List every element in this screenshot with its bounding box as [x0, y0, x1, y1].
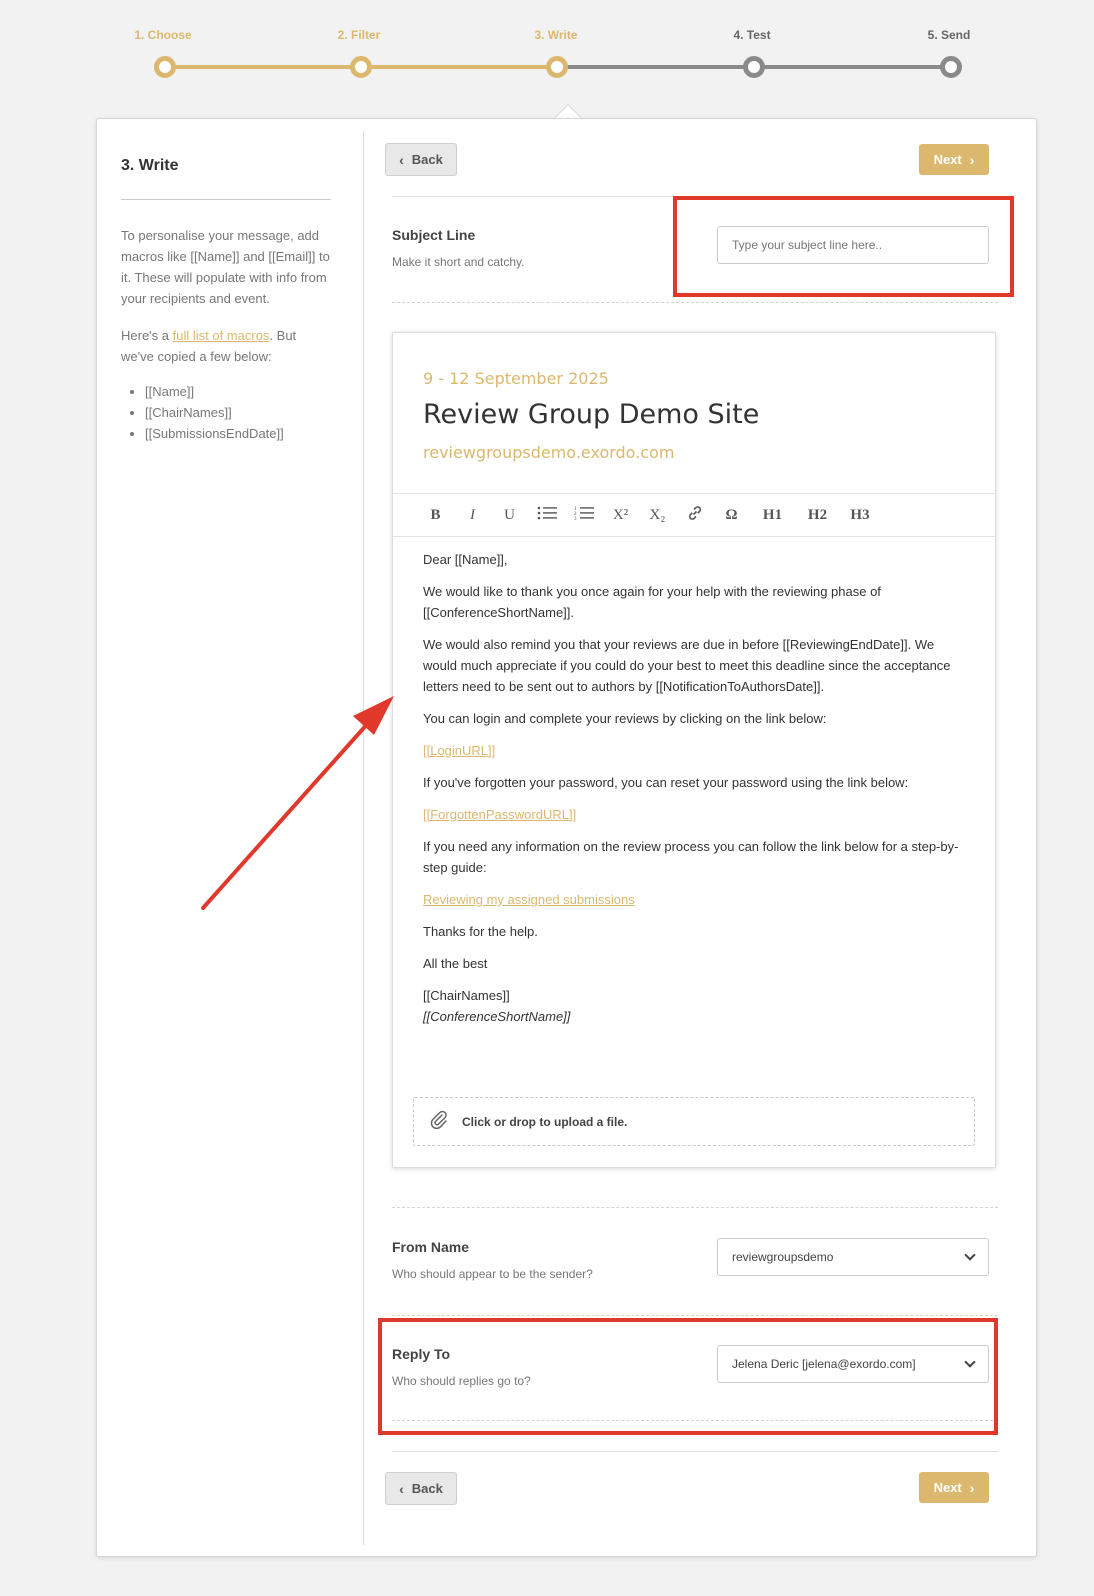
- file-upload-dropzone[interactable]: Click or drop to upload a file.: [413, 1097, 975, 1146]
- italic-button[interactable]: I: [454, 507, 491, 524]
- chevron-left-icon: ‹: [399, 1480, 404, 1497]
- step-dot-test[interactable]: [743, 56, 765, 78]
- sidebar-macros-note: Here's a full list of macros. But we've …: [121, 325, 331, 367]
- sidebar-intro: To personalise your message, add macros …: [121, 228, 330, 306]
- sidebar-title: 3. Write: [121, 157, 179, 174]
- chevron-down-icon: [964, 1249, 976, 1261]
- step-label-test[interactable]: 4. Test: [733, 28, 770, 42]
- upload-label: Click or drop to upload a file.: [462, 1114, 628, 1129]
- macros-prefix: Here's a: [121, 328, 173, 343]
- email-paragraph: Thanks for the help.: [423, 924, 538, 939]
- back-button-top[interactable]: ‹ Back: [385, 143, 457, 176]
- macros-link[interactable]: full list of macros: [173, 328, 270, 343]
- step-label-choose[interactable]: 1. Choose: [134, 28, 191, 42]
- paperclip-icon: [430, 1110, 448, 1133]
- step-connector: [361, 65, 557, 69]
- bottom-divider: [392, 1451, 998, 1452]
- column-divider: [363, 131, 364, 1545]
- login-url-link[interactable]: [[LoginURL]]: [423, 743, 495, 758]
- link-icon[interactable]: [676, 505, 713, 526]
- chevron-right-icon: ›: [969, 1479, 975, 1496]
- macro-item: [[SubmissionsEndDate]]: [145, 423, 284, 444]
- numbered-list-icon[interactable]: 123: [565, 505, 602, 526]
- svg-text:3: 3: [574, 517, 577, 521]
- step-connector: [754, 65, 951, 69]
- step-dot-write[interactable]: [546, 56, 568, 78]
- heading2-button[interactable]: H2: [795, 507, 840, 524]
- email-paragraph: If you've forgotten your password, you c…: [423, 775, 909, 790]
- sidebar-divider: [121, 199, 331, 200]
- progress-stepper: 1. Choose 2. Filter 3. Write 4. Test 5. …: [0, 0, 1094, 100]
- email-paragraph: You can login and complete your reviews …: [423, 711, 827, 726]
- from-name-label: From Name: [392, 1239, 470, 1255]
- forgotten-password-link[interactable]: [[ForgottenPasswordURL]]: [423, 807, 576, 822]
- email-paragraph: All the best: [423, 956, 488, 971]
- email-signature-names: [[ChairNames]]: [423, 988, 510, 1003]
- step-label-write[interactable]: 3. Write: [534, 28, 577, 42]
- heading3-button[interactable]: H3: [840, 507, 880, 524]
- subscript-button[interactable]: X₂: [639, 507, 676, 524]
- step-connector: [557, 65, 754, 69]
- section-divider: [392, 1207, 998, 1208]
- subject-label: Subject Line: [392, 227, 476, 243]
- step-dot-send[interactable]: [940, 56, 962, 78]
- from-name-help: Who should appear to be the sender?: [392, 1267, 593, 1281]
- email-body-editor[interactable]: Dear [[Name]], We would like to thank yo…: [423, 549, 971, 1027]
- macro-item: [[ChairNames]]: [145, 402, 284, 423]
- next-button-top[interactable]: Next ›: [919, 144, 989, 175]
- event-title: Review Group Demo Site: [423, 399, 760, 430]
- underline-button[interactable]: U: [491, 507, 528, 524]
- macro-item: [[Name]]: [145, 381, 284, 402]
- email-paragraph: If you need any information on the revie…: [423, 839, 959, 875]
- next-label: Next: [933, 152, 962, 167]
- back-button-bottom[interactable]: ‹ Back: [385, 1472, 457, 1505]
- email-signature-conference: [[ConferenceShortName]]: [423, 1009, 571, 1024]
- editor-toolbar: B I U 123 X² X₂ Ω H1 H2 H3: [393, 493, 995, 537]
- step-dot-filter[interactable]: [350, 56, 372, 78]
- section-divider: [392, 302, 998, 303]
- special-char-button[interactable]: Ω: [713, 507, 750, 524]
- from-name-select[interactable]: reviewgroupsdemo: [717, 1238, 989, 1276]
- email-greeting: Dear [[Name]],: [423, 552, 508, 567]
- superscript-button[interactable]: X²: [602, 507, 639, 524]
- event-date: 9 - 12 September 2025: [423, 369, 609, 388]
- next-label: Next: [933, 1480, 962, 1495]
- from-name-value: reviewgroupsdemo: [732, 1250, 834, 1264]
- back-label: Back: [411, 152, 443, 167]
- review-guide-link[interactable]: Reviewing my assigned submissions: [423, 892, 635, 907]
- heading1-button[interactable]: H1: [750, 507, 795, 524]
- step-label-filter[interactable]: 2. Filter: [338, 28, 381, 42]
- chevron-left-icon: ‹: [399, 151, 404, 168]
- event-url: reviewgroupsdemo.exordo.com: [423, 443, 675, 462]
- bold-button[interactable]: B: [417, 507, 454, 524]
- macro-list: [[Name]] [[ChairNames]] [[SubmissionsEnd…: [145, 381, 284, 444]
- email-paragraph: We would also remind you that your revie…: [423, 637, 951, 694]
- step-connector: [165, 65, 361, 69]
- section-divider: [392, 1315, 998, 1316]
- back-label: Back: [411, 1481, 443, 1496]
- annotation-highlight-subject: [673, 196, 1014, 297]
- email-preview: 9 - 12 September 2025 Review Group Demo …: [392, 332, 996, 1168]
- chevron-right-icon: ›: [969, 151, 975, 168]
- step-label-send[interactable]: 5. Send: [928, 28, 971, 42]
- annotation-highlight-reply-to: [378, 1318, 998, 1435]
- write-step-card: 3. Write To personalise your message, ad…: [96, 118, 1037, 1557]
- step-dot-choose[interactable]: [154, 56, 176, 78]
- next-button-bottom[interactable]: Next ›: [919, 1472, 989, 1503]
- email-paragraph: We would like to thank you once again fo…: [423, 584, 881, 620]
- subject-help: Make it short and catchy.: [392, 255, 525, 269]
- bullet-list-icon[interactable]: [528, 506, 565, 525]
